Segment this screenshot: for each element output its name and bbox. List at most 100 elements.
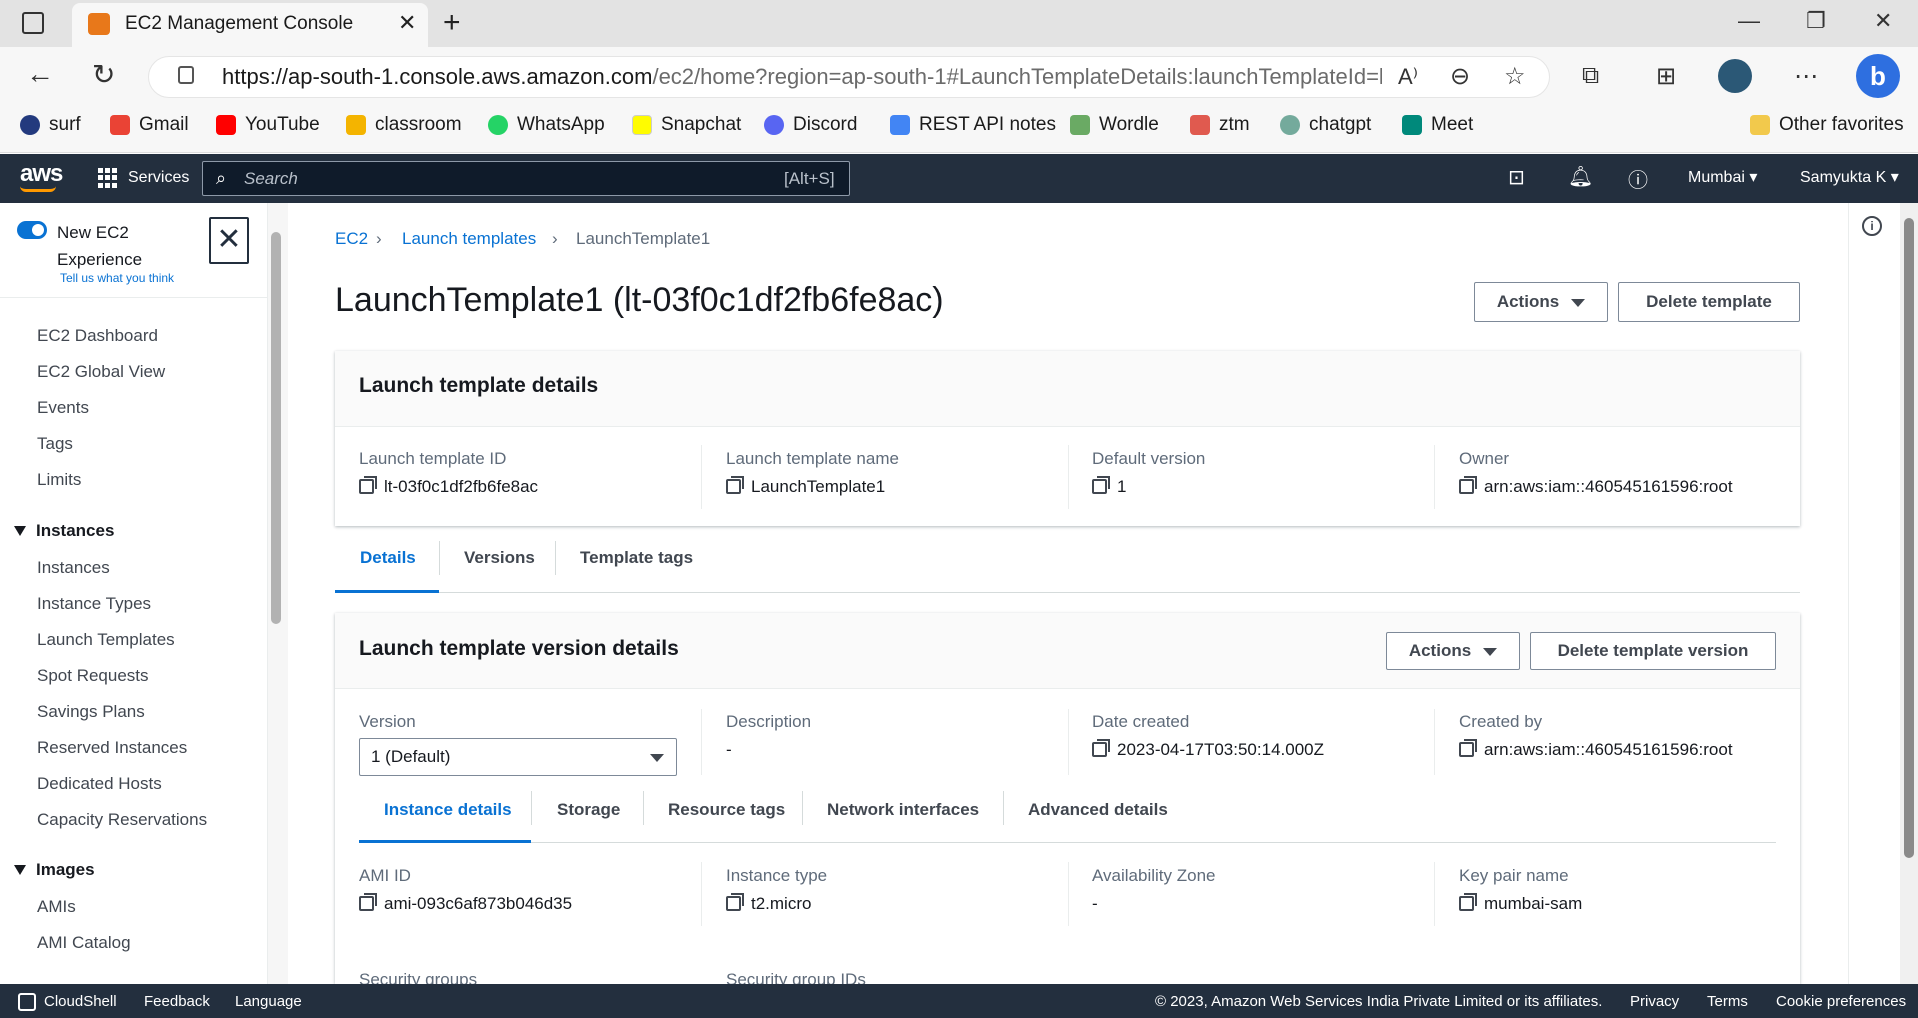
extensions-icon[interactable]: ⧉ — [1582, 62, 1599, 90]
security-group-ids-label: Security group IDs — [726, 970, 866, 984]
feedback-link[interactable]: Tell us what you think — [60, 271, 174, 285]
bookmark-youtube[interactable]: YouTube — [216, 114, 320, 136]
tab-actions-icon[interactable] — [22, 12, 44, 34]
bookmark-chatgpt[interactable]: chatgpt — [1280, 114, 1371, 136]
bookmark-label: Wordle — [1099, 114, 1159, 135]
sidebar-scroll-thumb[interactable] — [271, 232, 281, 624]
sidebar-item-events[interactable]: Events — [37, 398, 89, 418]
back-icon[interactable]: ← — [26, 58, 54, 90]
collections-icon[interactable]: ⊞ — [1656, 62, 1676, 91]
new-tab-icon[interactable]: + — [443, 6, 461, 40]
bookmark-discord[interactable]: Discord — [764, 114, 857, 136]
other-favorites[interactable]: Other favorites — [1750, 114, 1904, 136]
sidebar-item-reserved-instances[interactable]: Reserved Instances — [37, 738, 187, 758]
new-experience-toggle[interactable] — [17, 221, 47, 239]
new-experience-label: New EC2 Experience — [57, 223, 143, 269]
close-sidebar-icon[interactable]: ✕ — [209, 217, 249, 264]
copy-icon[interactable] — [1459, 893, 1477, 911]
copy-icon[interactable] — [1459, 739, 1477, 757]
close-tab-icon[interactable]: ✕ — [398, 10, 416, 36]
footer-terms[interactable]: Terms — [1707, 993, 1748, 1010]
sidebar-item-ec2-global-view[interactable]: EC2 Global View — [37, 362, 165, 382]
sidebar-item-instance-types[interactable]: Instance Types — [37, 594, 151, 614]
copy-icon[interactable] — [1092, 476, 1110, 494]
services-grid-icon[interactable] — [98, 168, 118, 188]
footer-privacy[interactable]: Privacy — [1630, 993, 1679, 1010]
copy-icon[interactable] — [726, 893, 744, 911]
copy-icon[interactable] — [359, 893, 377, 911]
more-icon[interactable]: ⋯ — [1794, 62, 1818, 91]
bookmark-label: classroom — [375, 114, 462, 135]
copy-icon[interactable] — [726, 476, 744, 494]
field-label: Availability Zone — [1092, 866, 1216, 885]
sidebar-item-launch-templates[interactable]: Launch Templates — [37, 630, 175, 650]
sidebar-item-capacity-reservations[interactable]: Capacity Reservations — [37, 810, 207, 830]
delete-template-version-button[interactable]: Delete template version — [1530, 632, 1776, 670]
sidebar-item-tags[interactable]: Tags — [37, 434, 73, 454]
services-menu[interactable]: Services — [128, 169, 189, 187]
breadcrumb-launch-templates[interactable]: Launch templates — [402, 229, 536, 249]
delete-template-button[interactable]: Delete template — [1618, 282, 1800, 322]
sidebar-item-instances[interactable]: Instances — [37, 558, 110, 578]
sidebar-item-amis[interactable]: AMIs — [37, 897, 76, 917]
sidebar-item-dedicated-hosts[interactable]: Dedicated Hosts — [37, 774, 162, 794]
copy-icon[interactable] — [1459, 476, 1477, 494]
sidebar-item-ami-catalog[interactable]: AMI Catalog — [37, 933, 131, 953]
footer-language[interactable]: Language — [235, 993, 302, 1010]
bookmark-whatsapp[interactable]: WhatsApp — [488, 114, 605, 136]
bookmark-snapchat[interactable]: Snapchat — [632, 114, 741, 136]
sidebar-section-images[interactable]: Images — [14, 860, 95, 880]
read-aloud-icon[interactable]: A⁾ — [1398, 64, 1418, 90]
version-select[interactable]: 1 (Default) — [359, 738, 677, 776]
lock-icon[interactable] — [178, 66, 194, 84]
bookmark-gmail[interactable]: Gmail — [110, 114, 189, 136]
copy-icon[interactable] — [359, 476, 377, 494]
sidebar-item-ec2-dashboard[interactable]: EC2 Dashboard — [37, 326, 158, 346]
footer-cloudshell[interactable]: CloudShell — [44, 993, 117, 1010]
actions-dropdown-button[interactable]: Actions — [1474, 282, 1608, 322]
bookmark-meet[interactable]: Meet — [1402, 114, 1473, 136]
sidebar-item-limits[interactable]: Limits — [37, 470, 81, 490]
profile-avatar[interactable] — [1718, 59, 1752, 93]
info-icon[interactable]: i — [1862, 216, 1882, 236]
minimize-icon[interactable]: — — [1738, 8, 1760, 34]
page-scroll-thumb[interactable] — [1904, 218, 1914, 858]
region-selector[interactable]: Mumbai ▾ — [1688, 167, 1757, 187]
tab-details[interactable]: Details — [360, 548, 416, 568]
sidebar-item-spot-requests[interactable]: Spot Requests — [37, 666, 149, 686]
bookmark-wordle[interactable]: Wordle — [1070, 114, 1159, 136]
favorite-star-icon[interactable]: ☆ — [1504, 62, 1526, 91]
cloudshell-icon[interactable]: ⊡ — [1508, 165, 1525, 190]
version-actions-dropdown-button[interactable]: Actions — [1386, 632, 1520, 670]
refresh-icon[interactable]: ↻ — [92, 58, 115, 91]
bookmark-classroom[interactable]: classroom — [346, 114, 462, 136]
tab-template-tags[interactable]: Template tags — [580, 548, 693, 568]
aws-search-input[interactable] — [202, 161, 850, 196]
zoom-icon[interactable]: ⊖ — [1450, 62, 1470, 91]
breadcrumb-ec2[interactable]: EC2 — [335, 229, 368, 249]
bookmark-rest-api-notes[interactable]: REST API notes — [890, 114, 1056, 136]
cloudshell-icon[interactable] — [18, 993, 36, 1011]
url-text[interactable]: https://ap-south-1.console.aws.amazon.co… — [222, 64, 1382, 90]
aws-logo[interactable]: aws — [20, 160, 63, 188]
subtab-resource-tags[interactable]: Resource tags — [668, 800, 785, 820]
tab-versions[interactable]: Versions — [464, 548, 535, 568]
sidebar-item-savings-plans[interactable]: Savings Plans — [37, 702, 145, 722]
copy-icon[interactable] — [1092, 739, 1110, 757]
bing-icon[interactable]: b — [1856, 54, 1900, 98]
subtab-storage[interactable]: Storage — [557, 800, 620, 820]
help-icon[interactable]: ⓘ — [1628, 164, 1648, 193]
subtab-network-interfaces[interactable]: Network interfaces — [827, 800, 979, 820]
restore-icon[interactable]: ❐ — [1806, 8, 1826, 34]
instance-type-value: t2.micro — [726, 893, 811, 914]
bookmark-ztm[interactable]: ztm — [1190, 114, 1250, 136]
footer-feedback[interactable]: Feedback — [144, 993, 210, 1010]
window-close-icon[interactable]: ✕ — [1874, 8, 1892, 34]
sidebar-section-instances[interactable]: Instances — [14, 521, 114, 541]
footer-cookie-preferences[interactable]: Cookie preferences — [1776, 993, 1906, 1010]
user-menu[interactable]: Samyukta K ▾ — [1800, 167, 1899, 187]
notifications-bell-icon[interactable]: 🔔︎ — [1568, 164, 1593, 189]
subtab-instance-details[interactable]: Instance details — [384, 800, 512, 820]
subtab-advanced-details[interactable]: Advanced details — [1028, 800, 1168, 820]
bookmark-surf[interactable]: surf — [20, 114, 81, 136]
